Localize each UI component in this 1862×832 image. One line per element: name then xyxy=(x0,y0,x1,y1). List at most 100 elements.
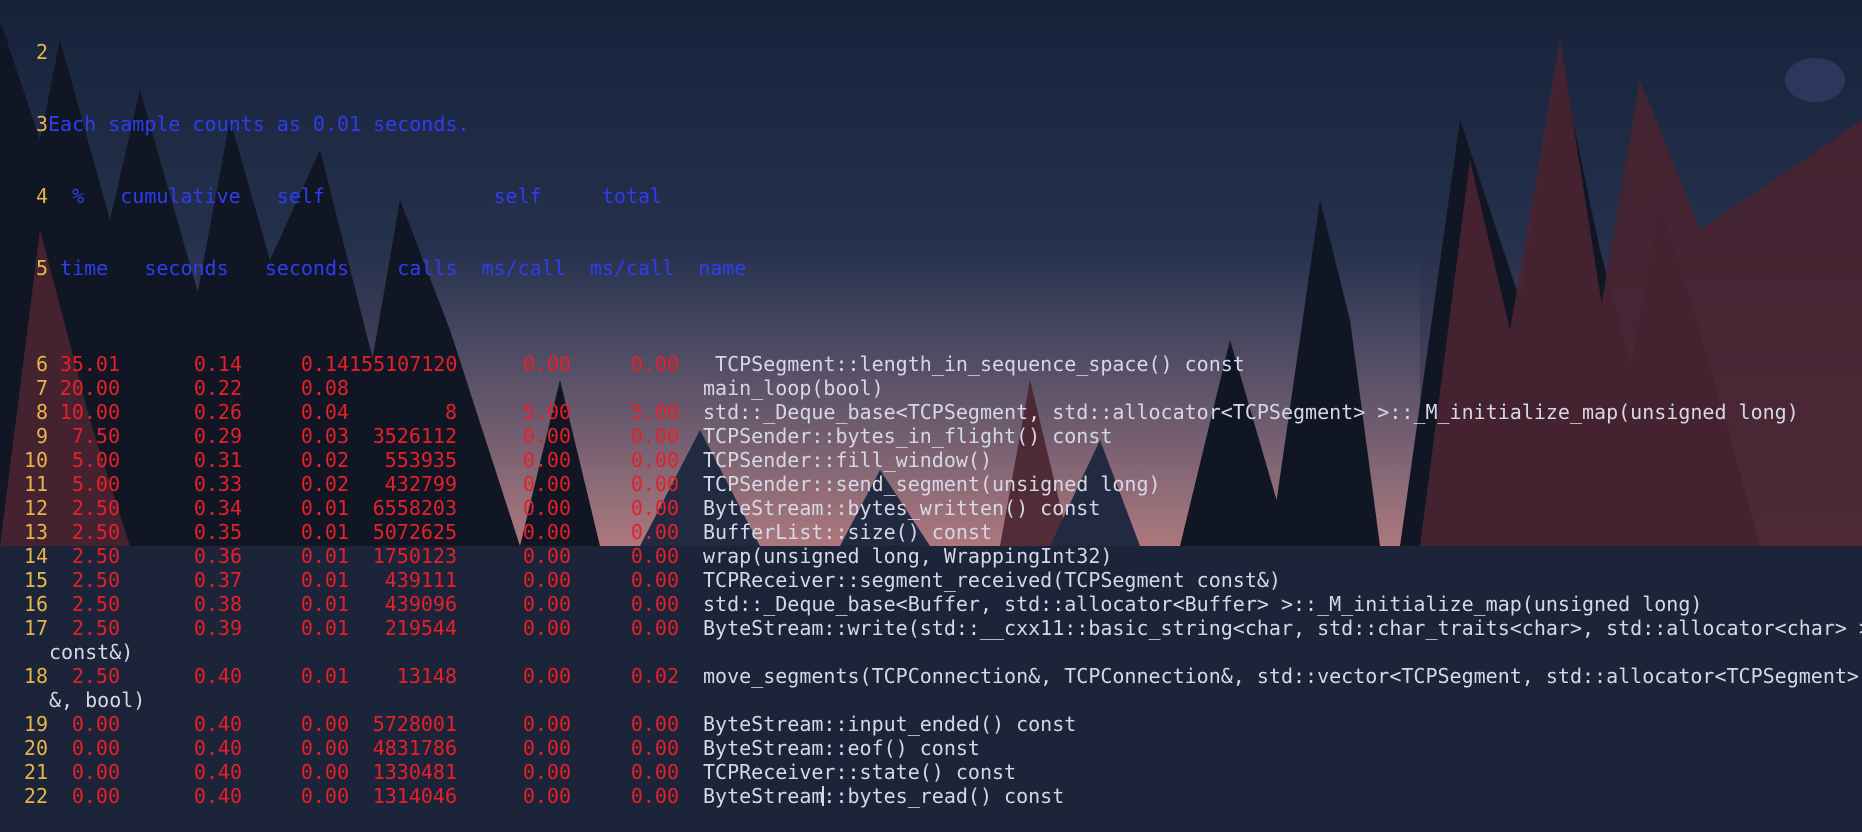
call-count: 4831786 xyxy=(372,736,457,760)
self-seconds: 0.01 xyxy=(300,616,349,640)
total-ms-per-call: 0.00 xyxy=(630,616,679,640)
call-count: 13148 xyxy=(396,664,457,688)
self-seconds: 0.00 xyxy=(300,736,349,760)
line-number: 18 xyxy=(23,664,48,688)
call-count: 155107120 xyxy=(349,352,458,376)
total-ms-per-call: 0.00 xyxy=(630,424,679,448)
profile-row: 10 5.00 0.31 0.02 553935 0.00 0.00 TCPSender::f… xyxy=(0,448,1862,472)
percent-time: 20.00 xyxy=(59,376,120,400)
terminal-line: 2 xyxy=(0,40,1862,64)
function-name: ByteStream::write(std::__cxx11::basic_st… xyxy=(703,616,1862,640)
cumulative-seconds: 0.35 xyxy=(193,520,242,544)
cumulative-seconds: 0.40 xyxy=(193,664,242,688)
total-ms-per-call: 0.00 xyxy=(630,352,679,376)
cumulative-seconds: 0.22 xyxy=(193,376,242,400)
function-name: TCPReceiver::segment_received(TCPSegment… xyxy=(703,568,1281,592)
self-ms-per-call: 0.00 xyxy=(522,568,571,592)
self-ms-per-call: 0.00 xyxy=(522,760,571,784)
function-name: TCPSender::send_segment(unsigned long) xyxy=(703,472,1161,496)
self-ms-per-call: 0.00 xyxy=(522,520,571,544)
line-number: 11 xyxy=(23,472,48,496)
cumulative-seconds: 0.40 xyxy=(193,784,242,808)
cumulative-seconds: 0.36 xyxy=(193,544,242,568)
percent-time: 2.50 xyxy=(71,568,120,592)
percent-time: 2.50 xyxy=(71,496,120,520)
self-ms-per-call: 0.00 xyxy=(522,544,571,568)
profile-row: 22 0.00 0.40 0.00 1314046 0.00 0.00 ByteStream:… xyxy=(0,784,1862,808)
total-ms-per-call: 0.00 xyxy=(630,568,679,592)
call-count: 432799 xyxy=(384,472,457,496)
function-name: std::_Deque_base<TCPSegment, std::alloca… xyxy=(703,400,1799,424)
function-name: ByteStream::bytes_read() const xyxy=(679,784,1064,808)
line-number: 9 xyxy=(35,424,48,448)
self-seconds: 0.03 xyxy=(300,424,349,448)
line-number: 22 xyxy=(23,784,48,808)
line-number: 15 xyxy=(23,568,48,592)
call-count: 439111 xyxy=(384,568,457,592)
profile-row: 18 2.50 0.40 0.01 13148 0.00 0.02 move_segments… xyxy=(0,664,1862,688)
percent-time: 10.00 xyxy=(59,400,120,424)
self-ms-per-call: 0.00 xyxy=(522,616,571,640)
profile-row: 20 0.00 0.40 0.00 4831786 0.00 0.00 ByteStream:… xyxy=(0,736,1862,760)
column-header-top: % cumulative self self total xyxy=(48,184,663,208)
terminal-line: 4 % cumulative self self total xyxy=(0,184,1862,208)
function-name: TCPReceiver::state() const xyxy=(703,760,1017,784)
total-ms-per-call: 0.00 xyxy=(630,496,679,520)
column-header-bottom: time seconds seconds calls ms/call ms/ca… xyxy=(48,256,747,280)
self-seconds: 0.01 xyxy=(300,496,349,520)
self-ms-per-call: 0.00 xyxy=(522,712,571,736)
call-count: 1330481 xyxy=(372,760,457,784)
line-number: 21 xyxy=(23,760,48,784)
self-ms-per-call: 0.00 xyxy=(522,736,571,760)
profile-row: 12 2.50 0.34 0.01 6558203 0.00 0.00 ByteStream:… xyxy=(0,496,1862,520)
call-count: 5072625 xyxy=(372,520,457,544)
percent-time: 2.50 xyxy=(71,520,120,544)
total-ms-per-call: 0.00 xyxy=(630,592,679,616)
total-ms-per-call: 5.00 xyxy=(630,400,679,424)
self-seconds: 0.04 xyxy=(300,400,349,424)
line-number: 2 xyxy=(35,40,48,64)
line-number: 20 xyxy=(23,736,48,760)
percent-time: 2.50 xyxy=(71,592,120,616)
function-name: BufferList::size() const xyxy=(703,520,992,544)
function-name: TCPSender::bytes_in_flight() const xyxy=(703,424,1113,448)
total-ms-per-call: 0.02 xyxy=(630,664,679,688)
cumulative-seconds: 0.37 xyxy=(193,568,242,592)
percent-time: 2.50 xyxy=(71,544,120,568)
call-count: 1314046 xyxy=(372,784,457,808)
line-number: 10 xyxy=(23,448,48,472)
function-name: wrap(unsigned long, WrappingInt32) xyxy=(703,544,1113,568)
line-number: 16 xyxy=(23,592,48,616)
function-name: TCPSender::fill_window() xyxy=(703,448,992,472)
call-count: 1750123 xyxy=(372,544,457,568)
profile-row: 8 10.00 0.26 0.04 8 5.00 5.00 std::_Deque_base<… xyxy=(0,400,1862,424)
profile-row: 11 5.00 0.33 0.02 432799 0.00 0.00 TCPSender::s… xyxy=(0,472,1862,496)
sample-info-text: Each sample counts as 0.01 seconds. xyxy=(48,112,470,136)
call-count: 6558203 xyxy=(372,496,457,520)
line-number: 4 xyxy=(35,184,48,208)
wrapped-line-continuation: &, bool) xyxy=(49,688,146,712)
percent-time: 0.00 xyxy=(71,760,120,784)
self-ms-per-call: 0.00 xyxy=(522,496,571,520)
line-number: 12 xyxy=(23,496,48,520)
percent-time: 5.00 xyxy=(71,472,120,496)
total-ms-per-call: 0.00 xyxy=(630,544,679,568)
total-ms-per-call: 0.00 xyxy=(630,712,679,736)
self-ms-per-call: 5.00 xyxy=(522,400,571,424)
profile-row: 17 2.50 0.39 0.01 219544 0.00 0.00 ByteStream::… xyxy=(0,616,1862,640)
cumulative-seconds: 0.33 xyxy=(193,472,242,496)
profile-row: 7 20.00 0.22 0.08 main_loop(bool) xyxy=(0,376,1862,400)
self-seconds: 0.00 xyxy=(300,712,349,736)
self-ms-per-call: 0.00 xyxy=(522,592,571,616)
cumulative-seconds: 0.38 xyxy=(193,592,242,616)
cumulative-seconds: 0.26 xyxy=(193,400,242,424)
total-ms-per-call: 0.00 xyxy=(630,784,679,808)
function-name: ByteStream::bytes_written() const xyxy=(703,496,1101,520)
line-number: 13 xyxy=(23,520,48,544)
profile-row: 15 2.50 0.37 0.01 439111 0.00 0.00 TCPReceiver:… xyxy=(0,568,1862,592)
total-ms-per-call: 0.00 xyxy=(630,736,679,760)
call-count: 3526112 xyxy=(372,424,457,448)
profile-row: 6 35.01 0.14 0.14155107120 0.00 0.00 TCPSegme… xyxy=(0,352,1862,376)
call-count: 439096 xyxy=(384,592,457,616)
self-seconds: 0.01 xyxy=(300,592,349,616)
